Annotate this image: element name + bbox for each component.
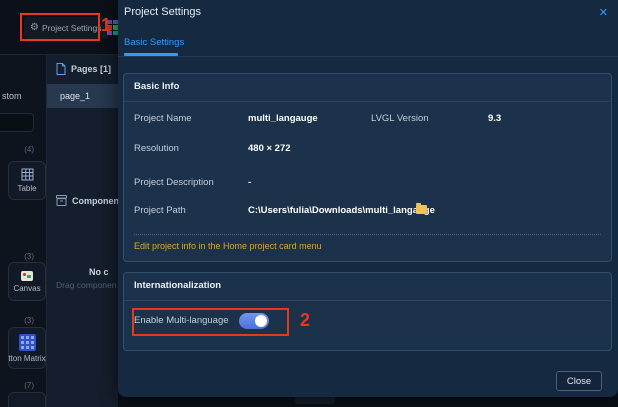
button-matrix-icon	[19, 334, 36, 351]
widget-card-button-matrix[interactable]: tton Matrix	[8, 327, 46, 369]
multi-language-label: Enable Multi-language	[134, 315, 229, 326]
divider	[124, 300, 611, 301]
close-icon[interactable]: ✕	[597, 4, 610, 21]
field-value: -	[248, 177, 251, 188]
field-label: LVGL Version	[371, 113, 429, 124]
close-button-label: Close	[567, 376, 591, 387]
field-label: Resolution	[134, 143, 179, 154]
annotation-number-2: 2	[300, 310, 310, 331]
page-name: page_1	[60, 91, 90, 101]
widget-card-table[interactable]: Table	[8, 161, 46, 200]
project-settings-label: Project Settings	[42, 23, 102, 33]
basic-info-card: Basic Info Project Name multi_langauge L…	[123, 73, 612, 262]
field-value: multi_langauge	[248, 113, 318, 124]
project-settings-modal: Project Settings ✕ Basic Settings Basic …	[118, 0, 618, 397]
page-icon	[56, 63, 66, 75]
widget-card-partial[interactable]	[8, 392, 46, 407]
table-icon	[21, 168, 34, 181]
field-value: C:\Users\fulia\Downloads\multi_langauge	[248, 205, 435, 216]
pages-header: Pages [1]	[56, 63, 111, 75]
widget-label: tton Matrix	[8, 354, 45, 363]
group-count: (3)	[0, 316, 34, 325]
toggle-knob	[255, 315, 267, 327]
widget-card-canvas[interactable]: Canvas	[8, 262, 46, 301]
group-count: (7)	[0, 381, 34, 390]
components-header-label: Componen	[72, 196, 119, 206]
gear-icon: ⚙	[30, 23, 39, 33]
widget-label: Table	[17, 184, 36, 193]
components-header: Componen	[56, 195, 119, 206]
project-settings-button[interactable]: ⚙ Project Settings	[24, 17, 108, 39]
components-empty-hint: Drag componen	[56, 280, 116, 290]
pages-panel: Pages [1] page_1 Componen No c Drag comp…	[47, 55, 118, 407]
tab-basic-settings[interactable]: Basic Settings	[124, 37, 184, 48]
internationalization-card: Internationalization Enable Multi-langua…	[123, 272, 612, 351]
field-value: 9.3	[488, 113, 501, 124]
background-notch	[295, 397, 335, 404]
close-button[interactable]: Close	[556, 371, 602, 391]
multi-language-toggle[interactable]	[239, 313, 269, 329]
app-screen: ⚙ Project Settings stom (4) Table (3)	[0, 0, 618, 407]
tabs-divider	[118, 56, 618, 57]
widget-panel: stom (4) Table (3) Canvas (3) tton Matri…	[0, 55, 47, 407]
folder-icon[interactable]	[416, 205, 427, 214]
custom-tab-label[interactable]: stom	[2, 91, 22, 101]
components-empty-title: No c	[89, 267, 109, 277]
divider	[124, 101, 611, 102]
widget-search-input[interactable]	[0, 113, 34, 132]
field-label: Project Name	[134, 113, 192, 124]
annotation-number-1: 1	[101, 15, 111, 36]
components-box-icon	[56, 195, 67, 206]
field-label: Project Path	[134, 205, 186, 216]
pages-header-label: Pages [1]	[71, 64, 111, 74]
internationalization-header: Internationalization	[134, 280, 221, 291]
canvas-icon	[21, 271, 33, 281]
field-value: 480 × 272	[248, 143, 291, 154]
page-list-item[interactable]: page_1	[47, 84, 118, 108]
dotted-divider	[134, 234, 601, 235]
basic-info-header: Basic Info	[134, 81, 179, 92]
edit-info-note[interactable]: Edit project info in the Home project ca…	[134, 241, 322, 251]
field-label: Project Description	[134, 177, 214, 188]
group-count: (4)	[0, 145, 34, 154]
group-count: (3)	[0, 252, 34, 261]
widget-label: Canvas	[13, 284, 40, 293]
modal-title: Project Settings	[124, 6, 201, 18]
